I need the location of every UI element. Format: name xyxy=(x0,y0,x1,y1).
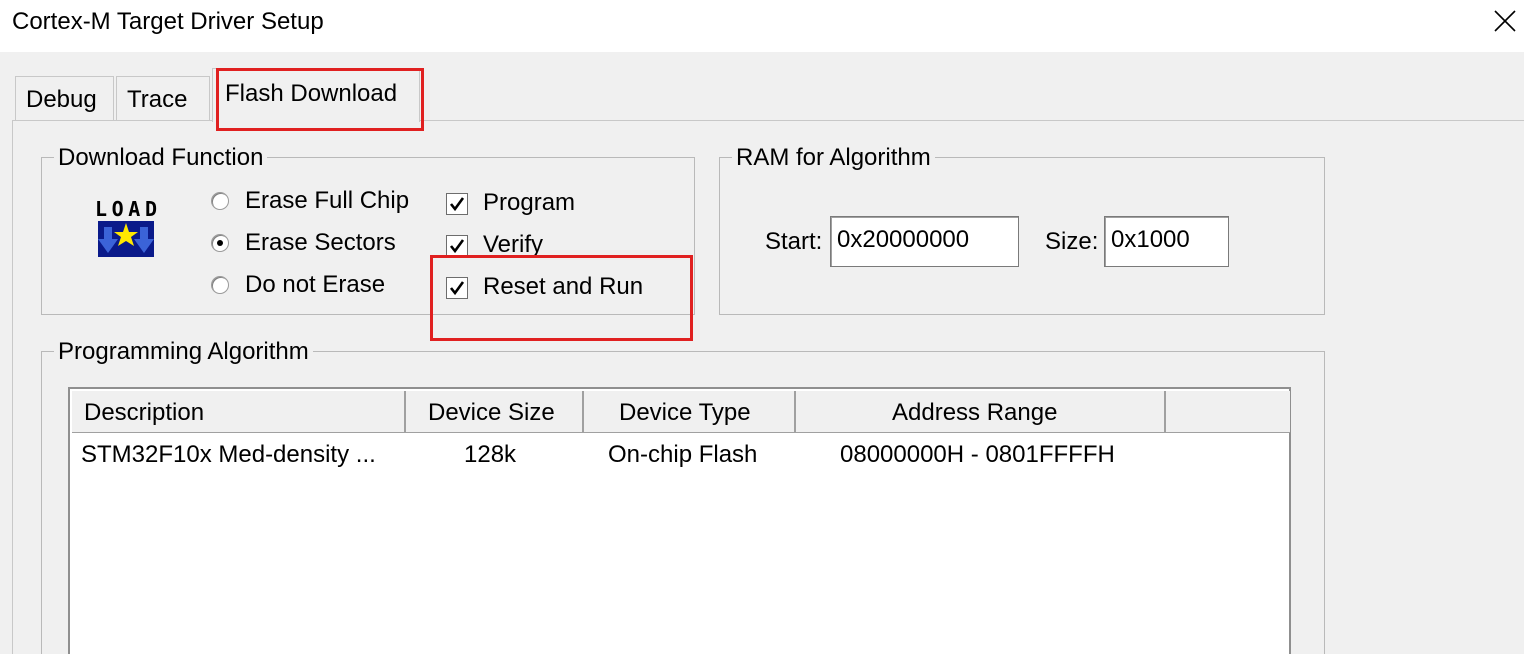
close-button[interactable] xyxy=(1488,0,1524,44)
download-function-title: Download Function xyxy=(54,144,268,172)
cell-description: STM32F10x Med-density ... xyxy=(81,441,376,468)
radio-erase-sectors[interactable]: Erase Sectors xyxy=(211,229,431,259)
check-icon xyxy=(449,197,465,212)
close-icon xyxy=(1494,10,1516,32)
start-address-value: 0x20000000 xyxy=(837,226,970,253)
load-icon-text: LOAD xyxy=(95,197,157,221)
radio-selected-dot xyxy=(217,240,223,246)
cell-device-type: On-chip Flash xyxy=(608,441,758,468)
programming-algorithm-title: Programming Algorithm xyxy=(54,338,313,366)
tab-debug[interactable]: Debug xyxy=(15,76,114,120)
tab-trace[interactable]: Trace xyxy=(116,76,210,120)
column-header-empty xyxy=(1166,391,1290,432)
column-header-label: Device Size xyxy=(428,399,555,426)
column-header-label: Description xyxy=(84,399,205,426)
cell-device-size: 128k xyxy=(464,441,517,468)
radio-erase-full-chip[interactable]: Erase Full Chip xyxy=(211,187,431,217)
size-field[interactable]: 0x1000 xyxy=(1104,216,1229,267)
tab-debug-label: Debug xyxy=(26,86,97,113)
algorithm-list[interactable]: Description Device Size Device Type Addr… xyxy=(68,387,1291,654)
column-header-device-size[interactable]: Device Size xyxy=(406,391,584,432)
ram-for-algorithm-title: RAM for Algorithm xyxy=(732,144,935,172)
tab-trace-label: Trace xyxy=(127,86,188,113)
cell-address-range: 08000000H - 0801FFFFH xyxy=(840,441,1115,468)
load-icon: LOAD xyxy=(95,197,157,257)
checkbox-label: Program xyxy=(483,189,576,216)
title-bar: Cortex-M Target Driver Setup xyxy=(0,0,1524,52)
column-header-description[interactable]: Description xyxy=(72,391,406,432)
window-title: Cortex-M Target Driver Setup xyxy=(12,8,324,35)
radio-button[interactable] xyxy=(211,276,229,294)
start-address-field[interactable]: 0x20000000 xyxy=(830,216,1019,267)
checkbox[interactable] xyxy=(446,193,468,215)
checkbox-program[interactable]: Program xyxy=(446,189,646,219)
radio-label: Erase Full Chip xyxy=(245,187,410,214)
column-header-address-range[interactable]: Address Range xyxy=(796,391,1166,432)
start-label: Start: xyxy=(765,228,823,255)
radio-label: Do not Erase xyxy=(245,271,386,298)
check-icon xyxy=(449,239,465,254)
checkbox[interactable] xyxy=(446,235,468,257)
radio-label: Erase Sectors xyxy=(245,229,396,256)
highlight-box-reset-and-run xyxy=(430,255,693,341)
column-header-label: Address Range xyxy=(892,399,1058,426)
list-header: Description Device Size Device Type Addr… xyxy=(72,391,1290,433)
highlight-box-flash-download xyxy=(216,68,424,131)
column-header-device-type[interactable]: Device Type xyxy=(584,391,796,432)
column-header-label: Device Type xyxy=(619,399,751,426)
radio-do-not-erase[interactable]: Do not Erase xyxy=(211,271,431,301)
radio-button[interactable] xyxy=(211,192,229,210)
size-label: Size: xyxy=(1045,228,1099,255)
radio-button[interactable] xyxy=(211,234,229,252)
size-value: 0x1000 xyxy=(1111,226,1190,253)
